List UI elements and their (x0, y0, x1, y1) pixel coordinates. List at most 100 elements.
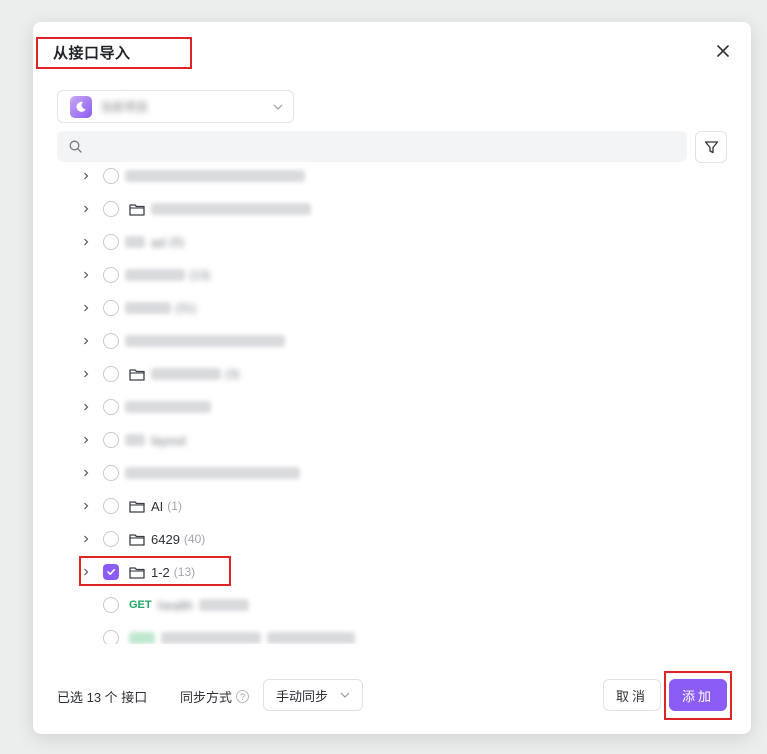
obscured-label (151, 368, 221, 380)
cancel-button[interactable]: 取消 (603, 679, 661, 711)
chevron-down-icon (340, 692, 350, 698)
row-checkbox[interactable] (103, 498, 119, 514)
tree-item-count: (40) (183, 532, 206, 546)
tree-item-label: ad (151, 234, 166, 250)
tree-item[interactable] (77, 461, 677, 485)
row-checkbox[interactable] (103, 465, 119, 481)
check-icon (107, 569, 115, 575)
tree-item[interactable] (77, 329, 677, 353)
api-tree: ad (5) (13) (31) (3) layout AI (1) 6429 … (77, 164, 697, 644)
obscured-folder (125, 434, 145, 446)
filter-button[interactable] (695, 131, 727, 163)
chevron-right-icon[interactable] (77, 304, 95, 312)
project-select[interactable]: 当前项目 (57, 90, 294, 123)
obscured-label (125, 401, 211, 413)
tree-item-label: 6429 (151, 531, 180, 547)
chevron-right-icon[interactable] (77, 469, 95, 477)
tree-item-count: (13) (189, 268, 211, 282)
row-checkbox[interactable] (103, 597, 119, 613)
row-checkbox[interactable] (103, 267, 119, 283)
row-checkbox-checked[interactable] (103, 564, 119, 580)
obscured-method (129, 632, 155, 644)
folder-icon (129, 203, 145, 216)
row-checkbox[interactable] (103, 630, 119, 644)
tree-item[interactable]: 6429 (40) (77, 527, 677, 551)
dialog-title: 从接口导入 (53, 45, 131, 62)
api-item[interactable]: GET health (95, 593, 695, 617)
help-icon[interactable]: ? (236, 690, 250, 703)
row-checkbox[interactable] (103, 333, 119, 349)
chevron-right-icon[interactable] (77, 337, 95, 345)
chevron-right-icon[interactable] (77, 238, 95, 246)
row-checkbox[interactable] (103, 300, 119, 316)
method-badge: GET (129, 599, 152, 611)
tree-item[interactable]: layout (77, 428, 677, 452)
project-logo-icon (70, 95, 92, 118)
obscured-label (125, 302, 171, 314)
chevron-right-icon[interactable] (77, 568, 95, 576)
chevron-right-icon[interactable] (77, 172, 95, 180)
filter-icon (704, 140, 718, 153)
tree-item-label: 1-2 (151, 564, 170, 580)
tree-item-count: (31) (175, 301, 197, 315)
tree-item-label: AI (151, 498, 164, 514)
selected-count: 已选 13 个 接口 (57, 690, 148, 705)
folder-icon (129, 566, 145, 579)
sync-mode-select[interactable]: 手动同步 (263, 679, 363, 711)
tree-item[interactable]: (13) (77, 263, 677, 287)
tree-item[interactable] (77, 197, 677, 221)
chevron-right-icon[interactable] (77, 403, 95, 411)
sync-mode-value: 手动同步 (276, 688, 329, 704)
obscured-label (199, 599, 250, 611)
row-checkbox[interactable] (103, 399, 119, 415)
obscured-label (161, 632, 261, 644)
obscured-label (125, 269, 185, 281)
sync-label-text: 同步方式 (180, 690, 233, 705)
chevron-down-icon (273, 104, 283, 110)
tree-item[interactable] (77, 164, 677, 188)
chevron-right-icon[interactable] (77, 205, 95, 213)
tree-item-label: layout (151, 432, 186, 448)
close-icon (717, 45, 729, 57)
tree-item-count: (1) (167, 499, 182, 513)
tree-item-count: (5) (169, 235, 185, 249)
search-input[interactable] (90, 139, 675, 154)
import-dialog: 从接口导入 当前项目 ad (5) (13) (31) (3) layout A… (33, 22, 751, 734)
tree-item-count: (13) (173, 565, 196, 579)
chevron-right-icon[interactable] (77, 436, 95, 444)
obscured-label (267, 632, 355, 644)
obscured-folder (125, 236, 145, 248)
sync-mode-label: 同步方式 ? (180, 687, 250, 706)
project-name: 当前项目 (100, 100, 149, 114)
obscured-label (125, 170, 305, 182)
row-checkbox[interactable] (103, 432, 119, 448)
tree-item-selected[interactable]: 1-2 (13) (77, 560, 677, 584)
close-button[interactable] (713, 41, 733, 61)
chevron-right-icon[interactable] (77, 271, 95, 279)
chevron-right-icon[interactable] (77, 502, 95, 510)
folder-icon (129, 368, 145, 381)
row-checkbox[interactable] (103, 531, 119, 547)
api-item[interactable] (95, 626, 695, 644)
row-checkbox[interactable] (103, 366, 119, 382)
tree-item[interactable]: AI (1) (77, 494, 677, 518)
row-checkbox[interactable] (103, 201, 119, 217)
tree-item[interactable]: (3) (77, 362, 677, 386)
chevron-right-icon[interactable] (77, 535, 95, 543)
add-button[interactable]: 添加 (669, 679, 727, 711)
chevron-right-icon[interactable] (77, 370, 95, 378)
search-bar[interactable] (57, 131, 687, 162)
tree-item[interactable] (77, 395, 677, 419)
folder-icon (129, 500, 145, 513)
row-checkbox[interactable] (103, 168, 119, 184)
search-icon (69, 140, 82, 153)
tree-item[interactable]: ad (5) (77, 230, 677, 254)
folder-icon (129, 533, 145, 546)
obscured-label (151, 203, 311, 215)
tree-item-count: (3) (225, 367, 240, 381)
api-item-name: health (157, 597, 194, 613)
tree-item[interactable]: (31) (77, 296, 677, 320)
obscured-label (125, 467, 300, 479)
obscured-label (125, 335, 285, 347)
row-checkbox[interactable] (103, 234, 119, 250)
